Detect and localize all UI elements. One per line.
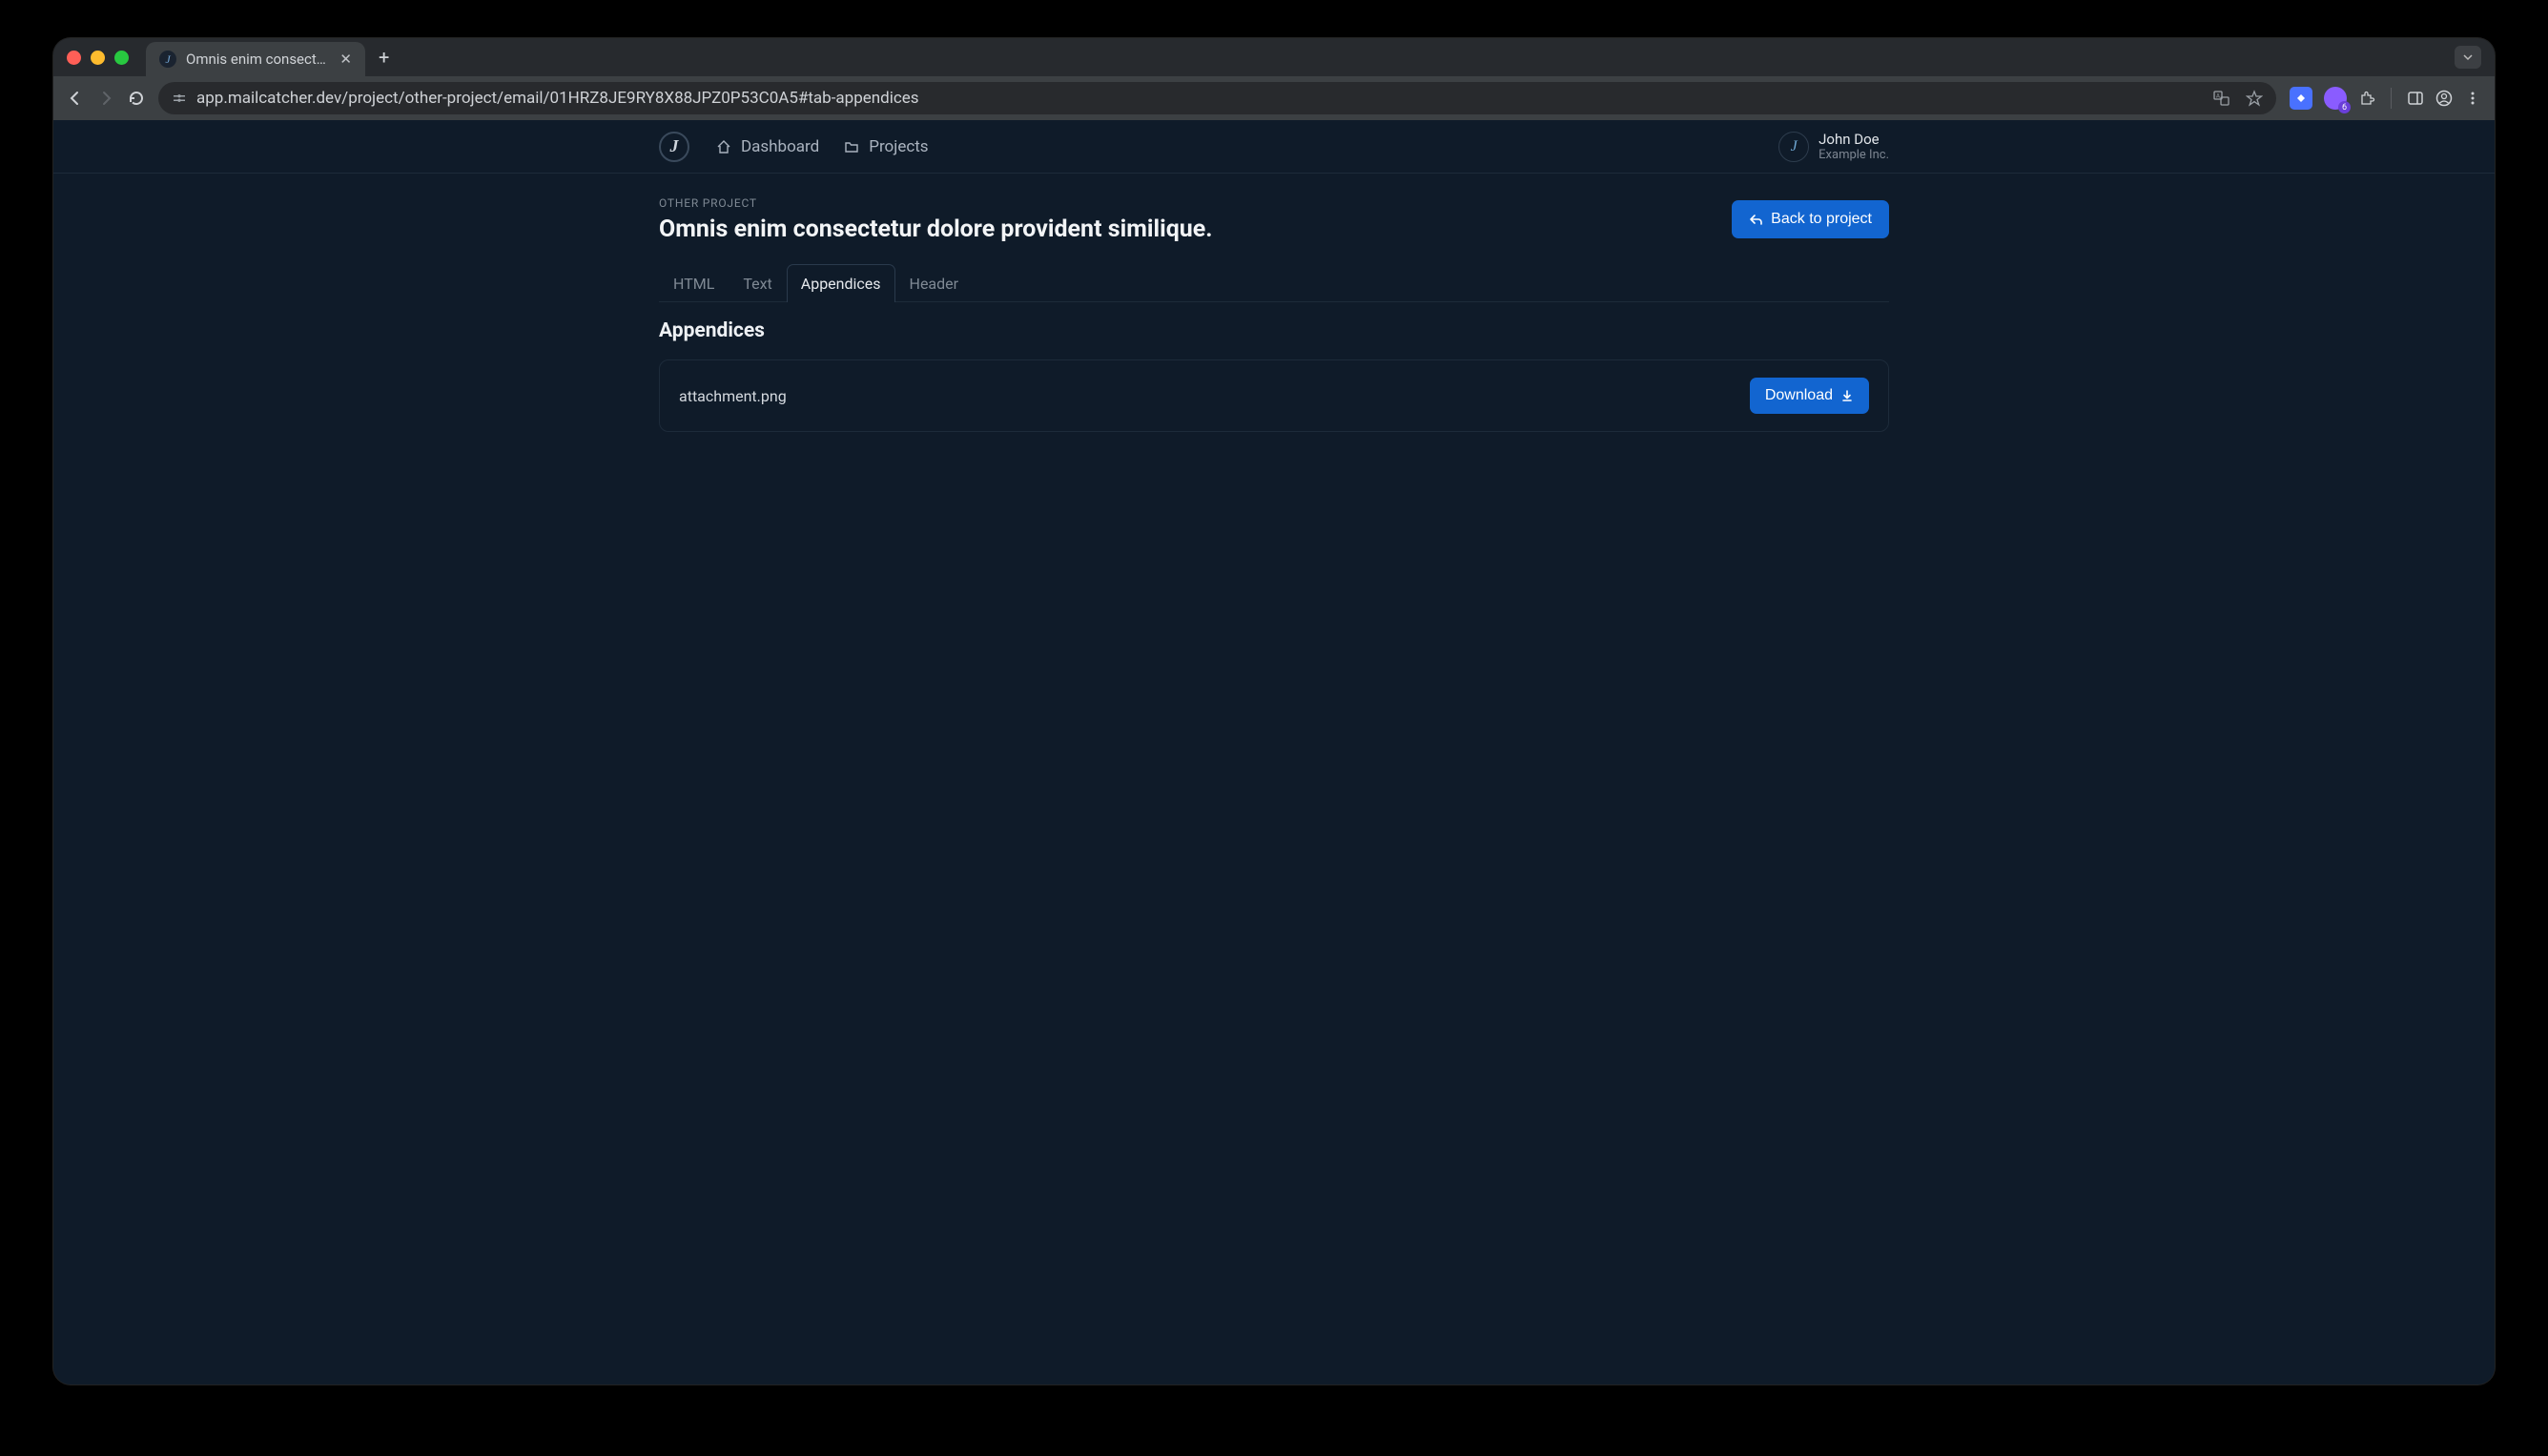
new-tab-button[interactable]: + bbox=[379, 46, 389, 69]
window-controls bbox=[67, 51, 129, 65]
nav-links: Dashboard Projects bbox=[716, 137, 929, 156]
app-content: J Dashboard Projects bbox=[53, 120, 2495, 1384]
nav-projects[interactable]: Projects bbox=[844, 137, 928, 156]
back-icon[interactable] bbox=[67, 90, 84, 107]
url-bar[interactable]: app.mailcatcher.dev/project/other-projec… bbox=[158, 82, 2276, 114]
profile-icon[interactable] bbox=[2435, 90, 2453, 107]
breadcrumb: OTHER PROJECT bbox=[659, 196, 1213, 210]
home-icon bbox=[716, 139, 731, 154]
browser-window: J Omnis enim consectetur dolo ✕ + ap bbox=[53, 38, 2495, 1384]
tab-html[interactable]: HTML bbox=[659, 264, 729, 302]
reply-icon bbox=[1749, 213, 1763, 227]
avatar: J bbox=[1778, 132, 1809, 162]
tab-appendices[interactable]: Appendices bbox=[787, 264, 895, 302]
minimize-window-icon[interactable] bbox=[91, 51, 105, 65]
nav-projects-label: Projects bbox=[869, 137, 928, 156]
tab-text[interactable]: Text bbox=[729, 264, 786, 302]
tab-title: Omnis enim consectetur dolo bbox=[186, 51, 330, 68]
tabs: HTML Text Appendices Header bbox=[659, 264, 1889, 302]
tabs-dropdown-icon[interactable] bbox=[2455, 46, 2481, 69]
close-tab-icon[interactable]: ✕ bbox=[339, 51, 352, 68]
user-text: John Doe Example Inc. bbox=[1819, 131, 1889, 163]
reload-icon[interactable] bbox=[128, 90, 145, 107]
nav-dashboard-label: Dashboard bbox=[741, 137, 819, 156]
user-name: John Doe bbox=[1819, 131, 1889, 148]
side-panel-icon[interactable] bbox=[2407, 90, 2424, 107]
download-button[interactable]: Download bbox=[1750, 378, 1869, 414]
url-text: app.mailcatcher.dev/project/other-projec… bbox=[196, 89, 2204, 108]
folder-icon bbox=[844, 139, 859, 154]
app-logo[interactable]: J bbox=[659, 132, 689, 162]
chrome-tab-strip: J Omnis enim consectetur dolo ✕ + bbox=[53, 38, 2495, 76]
nav-dashboard[interactable]: Dashboard bbox=[716, 137, 819, 156]
page-title: Omnis enim consectetur dolore provident … bbox=[659, 215, 1213, 243]
bookmark-icon[interactable] bbox=[2246, 90, 2263, 107]
site-settings-icon[interactable] bbox=[172, 91, 187, 106]
translate-icon[interactable]: A bbox=[2213, 90, 2230, 107]
divider bbox=[2391, 88, 2392, 109]
attachment-card: attachment.png Download bbox=[659, 359, 1889, 432]
forward-icon[interactable] bbox=[97, 90, 114, 107]
extension-icons bbox=[2290, 87, 2481, 110]
download-button-label: Download bbox=[1765, 387, 1833, 404]
favicon-icon: J bbox=[159, 51, 176, 68]
back-to-project-button[interactable]: Back to project bbox=[1732, 200, 1889, 238]
browser-tab[interactable]: J Omnis enim consectetur dolo ✕ bbox=[146, 42, 365, 76]
maximize-window-icon[interactable] bbox=[114, 51, 129, 65]
user-menu[interactable]: J John Doe Example Inc. bbox=[1778, 131, 1889, 163]
svg-text:A: A bbox=[2216, 93, 2220, 100]
app-header: J Dashboard Projects bbox=[53, 120, 2495, 174]
extensions-menu-icon[interactable] bbox=[2358, 90, 2375, 107]
close-window-icon[interactable] bbox=[67, 51, 81, 65]
download-icon bbox=[1840, 389, 1854, 402]
page-body: OTHER PROJECT Omnis enim consectetur dol… bbox=[659, 174, 1889, 432]
tab-header[interactable]: Header bbox=[895, 264, 974, 302]
tabs-row: J Omnis enim consectetur dolo ✕ + bbox=[146, 38, 2455, 76]
attachment-file-name: attachment.png bbox=[679, 387, 787, 405]
user-org: Example Inc. bbox=[1819, 148, 1889, 163]
extension-icon[interactable] bbox=[2290, 87, 2312, 110]
title-block: OTHER PROJECT Omnis enim consectetur dol… bbox=[659, 196, 1213, 243]
tab-strip-right bbox=[2455, 46, 2481, 69]
section-title: Appendices bbox=[659, 319, 1889, 342]
page-head: OTHER PROJECT Omnis enim consectetur dol… bbox=[659, 196, 1889, 243]
extension-profile-icon[interactable] bbox=[2324, 87, 2347, 110]
chrome-url-row: app.mailcatcher.dev/project/other-projec… bbox=[53, 76, 2495, 120]
url-bar-icons: A bbox=[2213, 90, 2263, 107]
menu-icon[interactable] bbox=[2464, 90, 2481, 107]
back-button-label: Back to project bbox=[1771, 211, 1872, 228]
